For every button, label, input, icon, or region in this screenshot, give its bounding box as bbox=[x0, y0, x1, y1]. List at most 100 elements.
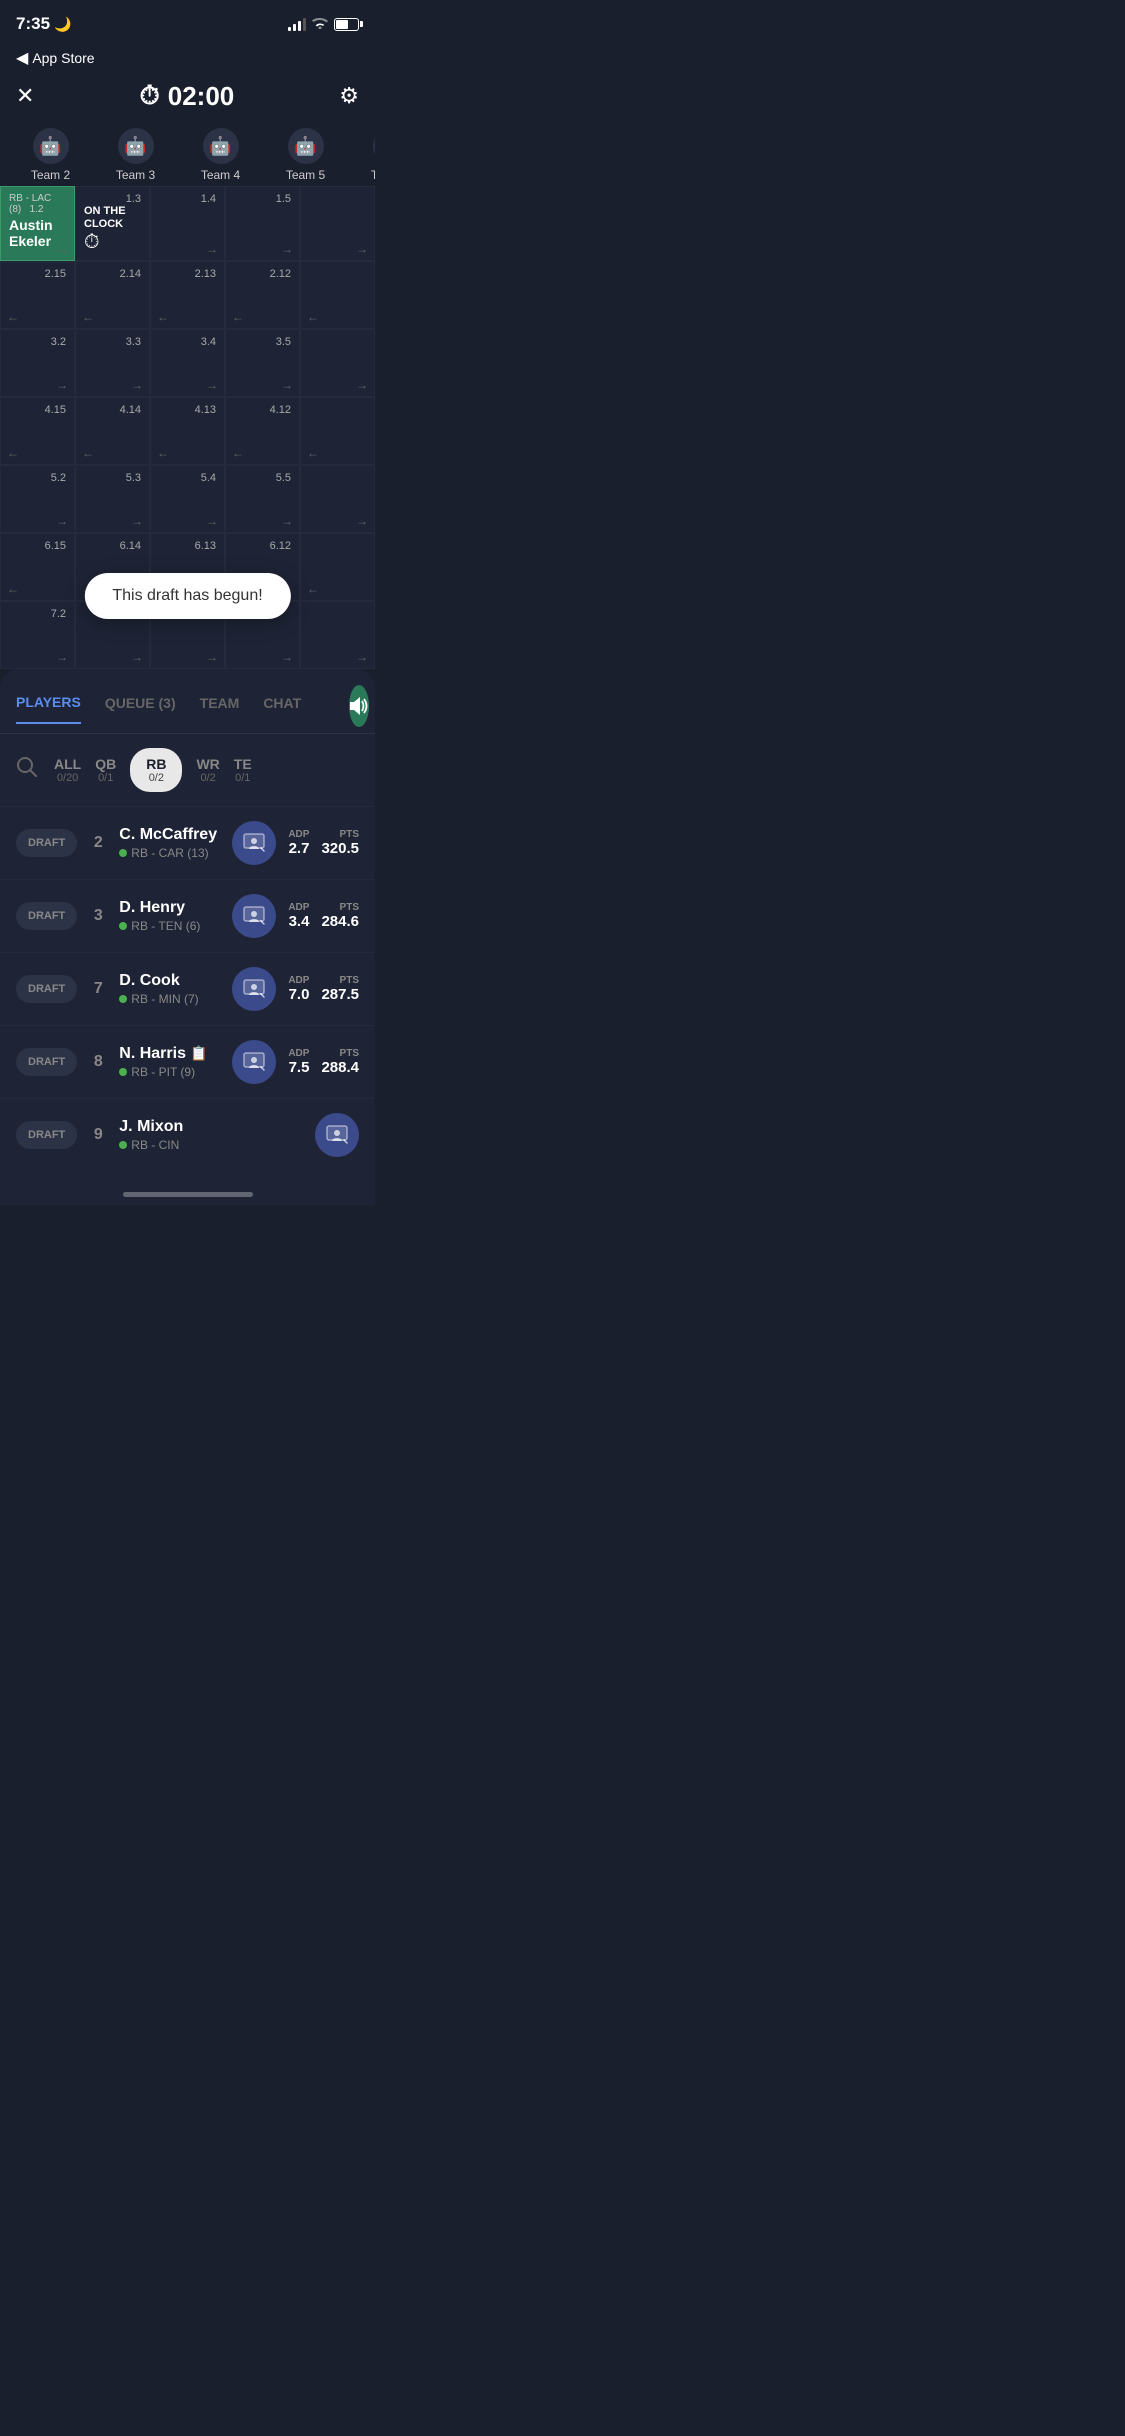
cell-arrow: → bbox=[206, 242, 218, 256]
filter-row: ALL 0/20 QB 0/1 RB 0/2 WR 0/2 TE 0/1 bbox=[0, 734, 375, 806]
player-pos: RB - CIN bbox=[119, 1138, 303, 1152]
board-cell-1-4: ← bbox=[300, 261, 375, 329]
cell-pick: 5.5 bbox=[234, 472, 291, 484]
player-pos: RB - CAR (13) bbox=[119, 846, 220, 860]
player-avatar[interactable] bbox=[232, 1040, 276, 1084]
cell-pick: 2.14 bbox=[84, 268, 141, 280]
draft-button[interactable]: DRAFT bbox=[16, 975, 77, 1003]
board-cell-1-2: 2.13 ← bbox=[150, 261, 225, 329]
player-avatar[interactable] bbox=[232, 894, 276, 938]
close-button[interactable]: ✕ bbox=[16, 83, 34, 109]
signal-icon bbox=[288, 17, 306, 31]
team-avatar: 🤖 bbox=[118, 128, 154, 164]
player-avatar[interactable] bbox=[232, 821, 276, 865]
player-name: J. Mixon bbox=[119, 1118, 303, 1136]
team-item-team2[interactable]: 🤖 Team 2 bbox=[8, 124, 93, 186]
team-item-team6[interactable]: 🤖 Team 6 bbox=[348, 124, 375, 186]
cell-arrow: ← bbox=[7, 446, 19, 460]
player-avatar[interactable] bbox=[315, 1113, 359, 1157]
player-name: D. Henry bbox=[119, 899, 220, 917]
cell-arrow: ← bbox=[157, 310, 169, 324]
player-rank: 7 bbox=[89, 980, 107, 998]
player-pts: PTS 287.5 bbox=[321, 975, 359, 1003]
board-cell-1-1: 2.14 ← bbox=[75, 261, 150, 329]
board-cell-2-4: → bbox=[300, 329, 375, 397]
app-store-back[interactable]: ◀ App Store bbox=[16, 48, 95, 68]
cell-arrow: → bbox=[281, 650, 293, 664]
team-avatar: 🤖 bbox=[203, 128, 239, 164]
cell-arrow: → bbox=[131, 378, 143, 392]
filter-rb[interactable]: RB 0/2 bbox=[130, 748, 182, 792]
board-cell-2-2: 3.4 → bbox=[150, 329, 225, 397]
team-item-team3[interactable]: 🤖 Team 3 bbox=[93, 124, 178, 186]
cell-pick: 5.4 bbox=[159, 472, 216, 484]
player-pos: RB - PIT (9) bbox=[119, 1065, 220, 1079]
cell-pick: 7.2 bbox=[9, 608, 66, 620]
team-name: Team 2 bbox=[31, 168, 70, 182]
cell-arrow: → bbox=[281, 514, 293, 528]
cell-arrow: ← bbox=[82, 446, 94, 460]
team-item-team4[interactable]: 🤖 Team 4 bbox=[178, 124, 263, 186]
player-rank: 3 bbox=[89, 907, 107, 925]
player-rank: 9 bbox=[89, 1126, 107, 1144]
cell-arrow: → bbox=[356, 514, 368, 528]
cell-pick: 3.4 bbox=[159, 336, 216, 348]
search-icon[interactable] bbox=[16, 756, 38, 784]
player-avatar[interactable] bbox=[232, 967, 276, 1011]
filter-sub: 0/20 bbox=[57, 772, 78, 784]
home-indicator bbox=[0, 1171, 375, 1205]
board-cell-0-1: 1.3 ON THECLOCK ⏱ bbox=[75, 186, 150, 261]
sound-button[interactable] bbox=[349, 685, 369, 727]
status-icons bbox=[288, 17, 359, 32]
cell-arrow: → bbox=[356, 650, 368, 664]
cell-pick: 1.3 bbox=[84, 193, 141, 205]
player-rank: 8 bbox=[89, 1053, 107, 1071]
player-pos: RB - MIN (7) bbox=[119, 992, 220, 1006]
tab-chat[interactable]: CHAT bbox=[263, 695, 301, 723]
player-pts: PTS 288.4 bbox=[321, 1048, 359, 1076]
player-info: J. Mixon RB - CIN bbox=[119, 1118, 303, 1152]
draft-button[interactable]: DRAFT bbox=[16, 829, 77, 857]
filter-te[interactable]: TE 0/1 bbox=[234, 756, 252, 784]
nav-back-label: App Store bbox=[32, 50, 94, 66]
player-row: DRAFT 3 D. Henry RB - TEN (6) ADP 3.4 PT… bbox=[0, 879, 375, 952]
team-name: Team 6 bbox=[371, 168, 375, 182]
tab-team[interactable]: TEAM bbox=[200, 695, 240, 723]
player-row: DRAFT 8 N. Harris 📋 RB - PIT (9) ADP 7.5… bbox=[0, 1025, 375, 1098]
settings-button[interactable]: ⚙ bbox=[339, 83, 359, 109]
board-cell-3-0: 4.15 ← bbox=[0, 397, 75, 465]
cell-arrow: → bbox=[131, 650, 143, 664]
board-cell-4-0: 5.2 → bbox=[0, 465, 75, 533]
filter-qb[interactable]: QB 0/1 bbox=[95, 756, 116, 784]
wifi-icon bbox=[312, 17, 328, 32]
cell-pick: 5.3 bbox=[84, 472, 141, 484]
team-item-team5[interactable]: 🤖 Team 5 bbox=[263, 124, 348, 186]
board-cell-5-4: ← bbox=[300, 533, 375, 601]
cell-pick: 4.14 bbox=[84, 404, 141, 416]
tab-queue[interactable]: QUEUE (3) bbox=[105, 695, 176, 723]
cell-arrow: → bbox=[356, 378, 368, 392]
player-info: N. Harris 📋 RB - PIT (9) bbox=[119, 1045, 220, 1079]
filter-label: QB bbox=[95, 756, 116, 772]
board-cell-6-0: 7.2 → bbox=[0, 601, 75, 669]
player-row: DRAFT 9 J. Mixon RB - CIN bbox=[0, 1098, 375, 1171]
draft-button[interactable]: DRAFT bbox=[16, 902, 77, 930]
timer-icon: ⏱ bbox=[139, 80, 159, 112]
teams-row: 🤖 Team 2 🤖 Team 3 🤖 Team 4 🤖 Team 5 🤖 Te… bbox=[0, 124, 375, 186]
board-cell-0-2: 1.4 → bbox=[150, 186, 225, 261]
draft-button[interactable]: DRAFT bbox=[16, 1121, 77, 1149]
board-cell-0-0: RB - LAC (8) 1.2 AustinEkeler → bbox=[0, 186, 75, 261]
team-name: Team 3 bbox=[116, 168, 155, 182]
status-time: 7:35 bbox=[16, 14, 50, 34]
cell-arrow: → bbox=[56, 514, 68, 528]
board-cell-4-4: → bbox=[300, 465, 375, 533]
cell-arrow: ← bbox=[82, 310, 94, 324]
filter-wr[interactable]: WR 0/2 bbox=[196, 756, 219, 784]
tab-players[interactable]: PLAYERS bbox=[16, 694, 81, 724]
cell-pick: 1.4 bbox=[159, 193, 216, 205]
draft-button[interactable]: DRAFT bbox=[16, 1048, 77, 1076]
cell-pick: 3.3 bbox=[84, 336, 141, 348]
filter-all[interactable]: ALL 0/20 bbox=[54, 756, 81, 784]
cell-pick: 6.14 bbox=[84, 540, 141, 552]
cell-pick: 2.12 bbox=[234, 268, 291, 280]
